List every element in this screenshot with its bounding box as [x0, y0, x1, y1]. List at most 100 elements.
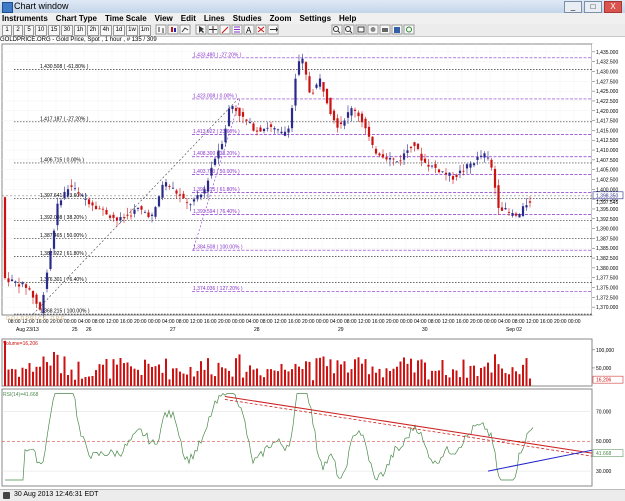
- candle-body[interactable]: [143, 212, 147, 214]
- candle-body[interactable]: [126, 214, 129, 216]
- candle-body[interactable]: [112, 214, 115, 218]
- candle-body[interactable]: [483, 153, 486, 158]
- candle-body[interactable]: [245, 119, 248, 121]
- candle-body[interactable]: [364, 118, 367, 129]
- candle-body[interactable]: [500, 207, 504, 211]
- candle-body[interactable]: [416, 143, 420, 149]
- candle-body[interactable]: [441, 171, 444, 173]
- candle-body[interactable]: [420, 153, 423, 161]
- candle-body[interactable]: [343, 120, 346, 126]
- candle-body[interactable]: [472, 163, 476, 166]
- candle-body[interactable]: [168, 185, 171, 187]
- candle-body[interactable]: [476, 156, 479, 160]
- rsi-panel[interactable]: [1, 388, 593, 487]
- candle-body[interactable]: [392, 158, 395, 160]
- candle-body[interactable]: [385, 157, 388, 160]
- candle-body[interactable]: [290, 108, 294, 129]
- candle-body[interactable]: [266, 127, 269, 129]
- candle-body[interactable]: [136, 207, 140, 209]
- candle-body[interactable]: [10, 279, 14, 282]
- candle-body[interactable]: [31, 290, 35, 298]
- candle-body[interactable]: [336, 118, 339, 128]
- candle-body[interactable]: [332, 110, 336, 121]
- candle-body[interactable]: [14, 281, 17, 283]
- candle-body[interactable]: [98, 208, 101, 210]
- candle-body[interactable]: [399, 160, 402, 162]
- candle-body[interactable]: [371, 136, 374, 145]
- candle-body[interactable]: [84, 199, 87, 200]
- candle-body[interactable]: [231, 105, 234, 110]
- candle-body[interactable]: [280, 131, 283, 134]
- candle-body[interactable]: [227, 108, 231, 127]
- candle-body[interactable]: [241, 112, 245, 117]
- candle-body[interactable]: [406, 150, 409, 153]
- candle-body[interactable]: [259, 127, 262, 132]
- candle-body[interactable]: [493, 168, 497, 188]
- candle-body[interactable]: [203, 189, 206, 194]
- candle-body[interactable]: [192, 199, 196, 202]
- candle-body[interactable]: [210, 167, 213, 176]
- candle-body[interactable]: [367, 126, 371, 137]
- candle-body[interactable]: [56, 203, 59, 226]
- candle-body[interactable]: [80, 194, 84, 196]
- candle-body[interactable]: [94, 205, 98, 210]
- candle-body[interactable]: [238, 107, 241, 116]
- candle-body[interactable]: [49, 251, 52, 270]
- candle-body[interactable]: [497, 185, 500, 208]
- candle-body[interactable]: [220, 143, 224, 150]
- candle-body[interactable]: [161, 184, 164, 198]
- volume-panel[interactable]: [1, 338, 593, 387]
- candle-body[interactable]: [511, 212, 514, 216]
- candle-body[interactable]: [479, 155, 483, 157]
- candle-body[interactable]: [409, 146, 413, 149]
- candle-body[interactable]: [427, 164, 430, 167]
- candle-body[interactable]: [402, 153, 406, 160]
- candle-body[interactable]: [318, 78, 322, 87]
- candle-body[interactable]: [119, 217, 122, 220]
- candle-body[interactable]: [353, 109, 357, 111]
- candle-body[interactable]: [262, 128, 266, 132]
- candle-body[interactable]: [514, 213, 518, 216]
- candle-body[interactable]: [73, 188, 77, 190]
- candle-body[interactable]: [308, 76, 311, 93]
- candle-body[interactable]: [381, 154, 385, 158]
- candle-body[interactable]: [42, 294, 45, 314]
- candle-body[interactable]: [63, 191, 66, 199]
- candle-body[interactable]: [357, 112, 360, 117]
- candle-body[interactable]: [360, 113, 364, 123]
- candle-body[interactable]: [273, 128, 276, 130]
- candle-body[interactable]: [234, 108, 238, 111]
- candle-body[interactable]: [339, 122, 343, 125]
- candle-body[interactable]: [189, 204, 192, 206]
- candle-body[interactable]: [185, 202, 189, 204]
- candle-body[interactable]: [150, 214, 154, 216]
- candle-body[interactable]: [178, 194, 182, 196]
- candle-body[interactable]: [486, 157, 490, 159]
- candle-body[interactable]: [325, 88, 329, 104]
- candle-body[interactable]: [24, 284, 28, 288]
- candle-body[interactable]: [451, 176, 455, 180]
- candle-body[interactable]: [283, 131, 287, 136]
- candle-body[interactable]: [248, 122, 252, 123]
- candle-body[interactable]: [21, 282, 24, 285]
- candle-body[interactable]: [77, 192, 80, 193]
- candle-body[interactable]: [140, 206, 143, 210]
- candle-body[interactable]: [7, 278, 10, 283]
- candle-body[interactable]: [196, 195, 199, 200]
- candle-body[interactable]: [157, 196, 161, 207]
- candle-body[interactable]: [52, 230, 56, 249]
- candle-body[interactable]: [122, 217, 126, 218]
- candle-body[interactable]: [507, 212, 511, 213]
- candle-body[interactable]: [28, 288, 31, 290]
- candle-body[interactable]: [269, 124, 273, 127]
- candle-body[interactable]: [105, 209, 108, 215]
- candle-body[interactable]: [45, 272, 49, 289]
- candle-body[interactable]: [255, 130, 259, 132]
- candle-body[interactable]: [437, 169, 441, 173]
- candle-body[interactable]: [101, 208, 105, 210]
- candle-body[interactable]: [70, 185, 73, 187]
- candle-body[interactable]: [458, 170, 462, 174]
- candle-body[interactable]: [378, 153, 381, 156]
- candle-body[interactable]: [462, 170, 465, 172]
- candle-body[interactable]: [444, 172, 448, 175]
